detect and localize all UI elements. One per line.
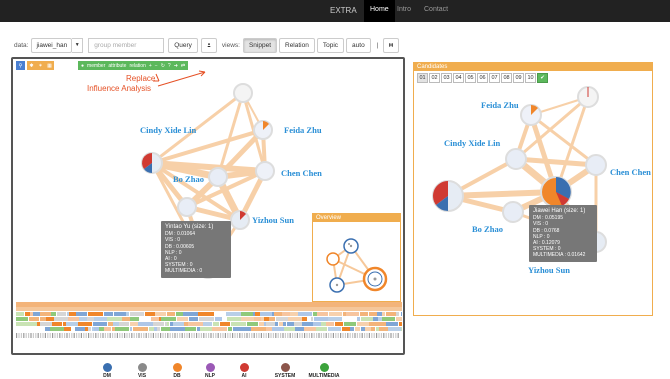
candidate-graph	[432, 86, 607, 253]
legend-item-multimedia: MULTIMEDIA	[304, 363, 344, 379]
check-icon[interactable]: ✔	[537, 73, 548, 83]
timeline-strip[interactable]	[16, 302, 402, 340]
legend-label: MULTIMEDIA	[308, 373, 340, 379]
candidate-05[interactable]: 05	[465, 73, 476, 83]
candidate-04[interactable]: 04	[453, 73, 464, 83]
legend-dot	[137, 363, 147, 372]
tooltip-jiawei: Jiawei Han (size: 1) DM : 0.05195 VIS : …	[529, 205, 597, 262]
view-snippet-button[interactable]: Snippet	[242, 37, 277, 53]
legend-dot	[102, 363, 112, 372]
legend-label: VIS	[137, 373, 147, 379]
overview-title: Overview	[313, 214, 400, 222]
tooltip-title: Jiawei Han (size: 1)	[533, 208, 586, 214]
label-yizhou: Yizhou Sun	[252, 215, 294, 225]
candidate-06[interactable]: 06	[477, 73, 488, 83]
label-feida: Feida Zhu	[284, 125, 322, 135]
cand-label-cindy: Cindy Xide Lin	[444, 138, 501, 148]
query-toolbar: data: jiawei_han ▼ group member Query vi…	[14, 37, 400, 53]
candidate-07[interactable]: 07	[489, 73, 500, 83]
view-topic-button[interactable]: Topic	[316, 37, 345, 53]
candidate-09[interactable]: 09	[513, 73, 524, 83]
legend-item-vis: VIS	[122, 363, 162, 379]
views-label: views:	[221, 41, 240, 49]
legend-label: SYSTEM	[274, 373, 296, 379]
candidates-title: Candidates	[414, 63, 652, 71]
node-top	[233, 83, 253, 103]
nav-intro[interactable]: Intro	[397, 6, 411, 13]
legend-dot	[280, 363, 290, 372]
node-yintao	[177, 197, 197, 217]
top-navbar: EXTRA Home Intro Contact	[0, 0, 670, 22]
candidate-02[interactable]: 02	[429, 73, 440, 83]
influence-arrow	[157, 70, 206, 87]
view-relation-button[interactable]: Relation	[279, 37, 315, 53]
legend-label: DB	[173, 373, 181, 379]
influence-annotation: Influence Analysis	[87, 84, 152, 93]
tooltip-title: Yintao Yu (size: 1)	[165, 224, 214, 230]
candidates-panel: Candidates 01 02 03 04 05 06 07 08 09 10…	[413, 62, 653, 316]
legend-dot	[205, 363, 215, 372]
data-label: data:	[14, 41, 29, 49]
legend-label: NLP	[205, 373, 215, 379]
tooltip-line: MULTIMEDIA : 0	[165, 268, 203, 275]
candidate-pager: 01 02 03 04 05 06 07 08 09 10 ✔	[417, 73, 549, 83]
label-cindy: Cindy Xide Lin	[140, 125, 197, 135]
view-auto-button[interactable]: auto	[346, 37, 371, 53]
legend-label: AI	[241, 373, 247, 379]
tooltip-line: MULTIMEDIA : 0.01642	[533, 252, 586, 259]
legend-item-ai: AI	[224, 363, 264, 379]
nav-contact[interactable]: Contact	[424, 6, 448, 13]
label-bo: Bo Zhao	[173, 174, 204, 184]
tooltip-yintao: Yintao Yu (size: 1) DM : 0.01064 VIS : 0…	[161, 221, 231, 278]
separator: |	[376, 41, 379, 49]
graph-panel: ⚲ ✱ ✶ ▦ ● member attribute relation + − …	[11, 57, 405, 355]
legend-item-dm: DM	[87, 363, 127, 379]
cand-label-bo: Bo Zhao	[472, 224, 503, 234]
replace-annotation: Replace	[126, 74, 156, 83]
chevron-down-icon[interactable]: ▼	[72, 37, 84, 53]
candidate-01[interactable]: 01	[417, 73, 428, 83]
brand[interactable]: EXTRA	[330, 6, 357, 15]
node-chen	[255, 161, 275, 181]
legend-dot	[172, 363, 182, 372]
group-member-input[interactable]: group member	[88, 37, 165, 53]
cand-label-chen: Chen Chen	[610, 167, 651, 177]
data-select[interactable]: jiawei_han	[31, 37, 73, 53]
cand-label-feida: Feida Zhu	[481, 100, 519, 110]
candidate-10[interactable]: 10	[525, 73, 536, 83]
legend-item-system: SYSTEM	[265, 363, 305, 379]
nav-home[interactable]: Home	[364, 0, 395, 22]
candidate-08[interactable]: 08	[501, 73, 512, 83]
overview-panel[interactable]: Overview	[312, 213, 401, 302]
save-icon[interactable]	[383, 37, 400, 53]
label-chen: Chen Chen	[281, 168, 322, 178]
query-button[interactable]: Query	[168, 37, 198, 53]
candidate-03[interactable]: 03	[441, 73, 452, 83]
legend-dot	[239, 363, 249, 372]
node-bo	[208, 167, 228, 187]
legend-label: DM	[103, 373, 111, 379]
overview-map	[326, 238, 388, 293]
cand-label-yizhou: Yizhou Sun	[528, 265, 570, 275]
legend-dot	[319, 363, 329, 372]
user-icon[interactable]	[200, 37, 217, 53]
